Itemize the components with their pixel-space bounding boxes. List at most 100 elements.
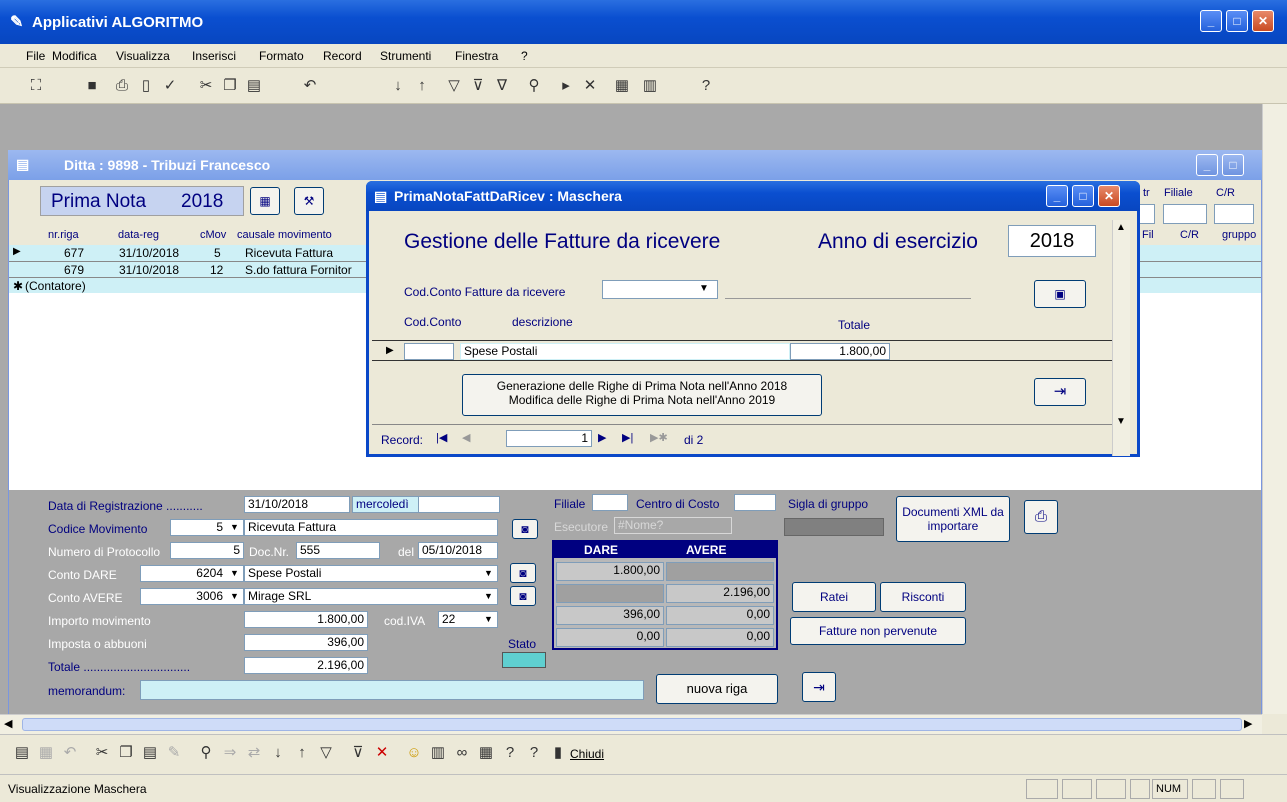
close-button[interactable]: ✕ [1252, 10, 1274, 32]
exit-door-button[interactable]: ⇥ [802, 672, 836, 702]
copy-data-button[interactable]: ▣ [1034, 280, 1086, 308]
first-record-icon[interactable]: |◀ [436, 431, 447, 444]
conto-dare-select[interactable]: 6204 [140, 565, 244, 582]
table-row[interactable]: ▶ 6204 Spese Postali 1.800,00 [372, 342, 1112, 361]
header-cr-field[interactable] [1214, 204, 1254, 224]
chevron-down-icon[interactable]: ▼ [230, 591, 239, 601]
new-record-icon[interactable]: ▸ [556, 76, 576, 96]
undo-icon[interactable]: ↶ [60, 743, 80, 763]
imposta-field[interactable]: 396,00 [244, 634, 368, 651]
menu-finestra[interactable]: Finestra [455, 49, 498, 63]
new-object-icon[interactable]: ▥ [640, 76, 660, 96]
chevron-down-icon[interactable]: ▼ [484, 614, 493, 624]
datasheet-icon[interactable]: ▦ [36, 743, 56, 763]
menu-help[interactable]: ? [521, 49, 528, 63]
scroll-right-icon[interactable]: ▶ [1244, 717, 1252, 730]
sigla-gruppo-field[interactable] [784, 518, 884, 536]
child-maximize-button[interactable]: □ [1222, 154, 1244, 176]
horizontal-scrollbar[interactable]: ◀ ▶ [0, 714, 1262, 734]
format-painter-icon[interactable]: ✎ [164, 743, 184, 763]
nr-field[interactable]: 677 [418, 496, 500, 513]
dialog-vertical-scrollbar[interactable]: ▲ ▼ [1112, 220, 1130, 456]
prev-record-icon[interactable]: ◀ [462, 431, 470, 444]
filter-form-icon[interactable]: ⊽ [468, 76, 488, 96]
find-icon[interactable]: ⚲ [524, 76, 544, 96]
copy-icon[interactable]: ❐ [220, 76, 240, 96]
chiudi-button[interactable]: Chiudi [570, 747, 604, 761]
table-icon[interactable]: ▥ [428, 743, 448, 763]
tools-button[interactable]: ⚒ [294, 187, 324, 215]
undo-icon[interactable]: ↶ [300, 76, 320, 96]
camera-button[interactable]: ◙ [510, 586, 536, 606]
importo-field[interactable]: 1.800,00 [244, 611, 368, 628]
chevron-down-icon[interactable]: ▼ [484, 591, 493, 601]
scroll-left-icon[interactable]: ◀ [4, 717, 12, 730]
documenti-xml-button[interactable]: Documenti XML da importare [896, 496, 1010, 542]
help-icon[interactable]: ? [696, 76, 716, 96]
form-view-icon[interactable]: ▤ [12, 743, 32, 763]
sort-asc-icon[interactable]: ↓ [268, 743, 288, 763]
cod-conto-select[interactable]: ▼ [602, 280, 718, 299]
dialog-minimize-button[interactable]: _ [1046, 185, 1068, 207]
door-icon[interactable]: ▮ [548, 743, 568, 763]
sort-desc-icon[interactable]: ↑ [292, 743, 312, 763]
replace-icon[interactable]: ⇄ [244, 743, 264, 763]
scroll-down-icon[interactable]: ▼ [1116, 416, 1126, 427]
conto-dare-descr[interactable]: Spese Postali [244, 565, 498, 582]
menu-record[interactable]: Record [323, 49, 362, 63]
filter-selection-icon[interactable]: ▽ [316, 743, 336, 763]
risconti-button[interactable]: Risconti [880, 582, 966, 612]
nuova-riga-button[interactable]: nuova riga [656, 674, 778, 704]
memo-field[interactable] [140, 680, 644, 700]
design-view-icon[interactable]: ⛶ [26, 76, 46, 96]
child-minimize-button[interactable]: _ [1196, 154, 1218, 176]
calculator-icon[interactable]: ▦ [476, 743, 496, 763]
minimize-button[interactable]: _ [1200, 10, 1222, 32]
main-vertical-scrollbar[interactable] [1262, 104, 1287, 714]
paste-icon[interactable]: ▤ [140, 743, 160, 763]
sort-desc-icon[interactable]: ↑ [412, 76, 432, 96]
chevron-down-icon[interactable]: ▼ [484, 568, 493, 578]
spelling-icon[interactable]: ✓ [160, 76, 180, 96]
new-record-nav-icon[interactable]: ▶✱ [650, 431, 668, 444]
chevron-down-icon[interactable]: ▼ [230, 522, 239, 532]
remove-filter-icon[interactable]: ✕ [372, 743, 392, 763]
copy-icon[interactable]: ❐ [116, 743, 136, 763]
header-filiale-field[interactable] [1163, 204, 1207, 224]
conto-avere-descr[interactable]: Mirage SRL [244, 588, 498, 605]
centro-costo-field[interactable] [734, 494, 776, 511]
preview-button[interactable]: ⎙ [1024, 500, 1058, 534]
menu-file[interactable]: File [26, 49, 45, 63]
dialog-maximize-button[interactable]: □ [1072, 185, 1094, 207]
exit-door-button[interactable]: ⇥ [1034, 378, 1086, 406]
dialog-close-button[interactable]: ✕ [1098, 185, 1120, 207]
filiale-field[interactable] [592, 494, 628, 511]
chevron-down-icon[interactable]: ▼ [230, 568, 239, 578]
print-preview-icon[interactable]: ▯ [136, 76, 156, 96]
menu-formato[interactable]: Formato [259, 49, 304, 63]
calculator-button[interactable]: ▦ [250, 187, 280, 215]
ratei-button[interactable]: Ratei [792, 582, 876, 612]
filter-selection-icon[interactable]: ▽ [444, 76, 464, 96]
record-number-field[interactable]: 1 [506, 430, 592, 447]
camera-button[interactable]: ◙ [512, 519, 538, 539]
smiley-icon[interactable]: ☺ [404, 743, 424, 763]
cut-icon[interactable]: ✂ [196, 76, 216, 96]
data-reg-field[interactable]: 31/10/2018 [244, 496, 350, 513]
filter-form-icon[interactable]: ⊽ [348, 743, 368, 763]
generate-rows-button[interactable]: Generazione delle Righe di Prima Nota ne… [462, 374, 822, 416]
conto-avere-select[interactable]: 3006 [140, 588, 244, 605]
scroll-thumb[interactable] [22, 718, 1242, 731]
row-code[interactable]: 6204 [404, 343, 454, 360]
cut-icon[interactable]: ✂ [92, 743, 112, 763]
delete-record-icon[interactable]: ✕ [580, 76, 600, 96]
properties-icon[interactable]: ▦ [612, 76, 632, 96]
sort-asc-icon[interactable]: ↓ [388, 76, 408, 96]
row-totale[interactable]: 1.800,00 [790, 343, 890, 360]
paste-icon[interactable]: ▤ [244, 76, 264, 96]
fatture-non-pervenute-button[interactable]: Fatture non pervenute [790, 617, 966, 645]
scroll-up-icon[interactable]: ▲ [1116, 222, 1126, 233]
last-record-icon[interactable]: ▶| [622, 431, 633, 444]
find-icon[interactable]: ⚲ [196, 743, 216, 763]
doc-nr-field[interactable]: 555 [296, 542, 380, 559]
